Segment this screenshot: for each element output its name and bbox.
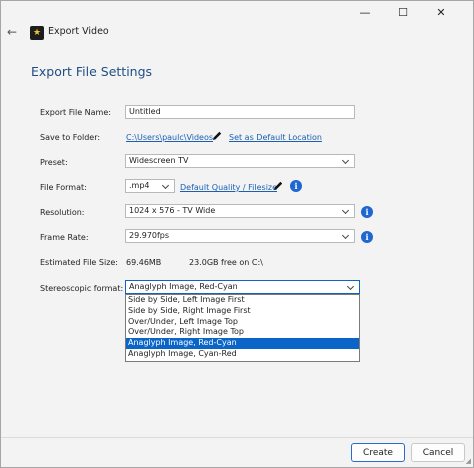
edit-folder-pencil-icon[interactable] xyxy=(211,130,223,142)
maximize-button[interactable]: ☐ xyxy=(385,1,421,23)
window-title: Export Video xyxy=(48,26,109,37)
format-info-icon[interactable]: i xyxy=(290,180,302,192)
stereo-option-selected[interactable]: Anaglyph Image, Red-Cyan xyxy=(126,338,359,349)
file-size-value: 69.46MB xyxy=(126,258,162,267)
file-size-label: Estimated File Size: xyxy=(40,258,119,267)
edit-quality-pencil-icon[interactable] xyxy=(272,180,284,192)
export-video-window: — ☐ ✕ ← ★ Export Video Export File Setti… xyxy=(0,0,474,468)
file-format-label: File Format: xyxy=(40,183,87,192)
stereo-select[interactable]: Anaglyph Image, Red-Cyan xyxy=(125,280,360,294)
resolution-select[interactable]: 1024 x 576 - TV Wide xyxy=(125,204,355,218)
preset-label: Preset: xyxy=(40,158,68,167)
stereo-option[interactable]: Side by Side, Left Image First xyxy=(126,295,359,306)
close-button[interactable]: ✕ xyxy=(423,1,459,23)
file-name-input[interactable]: Untitled xyxy=(125,105,355,119)
free-space-value: 23.0GB free on C:\ xyxy=(189,258,263,267)
resolution-label: Resolution: xyxy=(40,208,85,217)
stereo-option[interactable]: Over/Under, Right Image Top xyxy=(126,327,359,338)
back-arrow-icon[interactable]: ← xyxy=(7,25,17,39)
stereo-option[interactable]: Side by Side, Right Image First xyxy=(126,306,359,317)
set-default-location-link[interactable]: Set as Default Location xyxy=(229,133,322,142)
frame-rate-label: Frame Rate: xyxy=(40,233,89,242)
frame-rate-select[interactable]: 29.970fps xyxy=(125,229,355,243)
stereo-option[interactable]: Over/Under, Left Image Top xyxy=(126,317,359,328)
file-format-select[interactable]: .mp4 xyxy=(125,179,175,193)
videopad-star-icon: ★ xyxy=(30,26,44,40)
minimize-button[interactable]: — xyxy=(347,1,383,23)
folder-path-link[interactable]: C:\Users\paulc\Videos xyxy=(126,133,213,142)
cancel-button[interactable]: Cancel xyxy=(411,443,465,462)
resolution-info-icon[interactable]: i xyxy=(361,206,373,218)
save-folder-label: Save to Folder: xyxy=(40,133,101,142)
create-button[interactable]: Create xyxy=(351,443,405,462)
page-title: Export File Settings xyxy=(31,64,153,79)
quality-filesize-link[interactable]: Default Quality / Filesize xyxy=(180,183,277,192)
frame-rate-info-icon[interactable]: i xyxy=(361,231,373,243)
resize-grip-icon[interactable]: ◢ xyxy=(466,457,471,465)
footer-divider xyxy=(1,437,473,438)
stereo-label: Stereoscopic format: xyxy=(40,284,124,293)
file-name-label: Export File Name: xyxy=(40,108,111,117)
stereo-dropdown-list: Side by Side, Left Image First Side by S… xyxy=(125,294,360,362)
stereo-option[interactable]: Anaglyph Image, Cyan-Red xyxy=(126,349,359,360)
preset-select[interactable]: Widescreen TV xyxy=(125,154,355,168)
